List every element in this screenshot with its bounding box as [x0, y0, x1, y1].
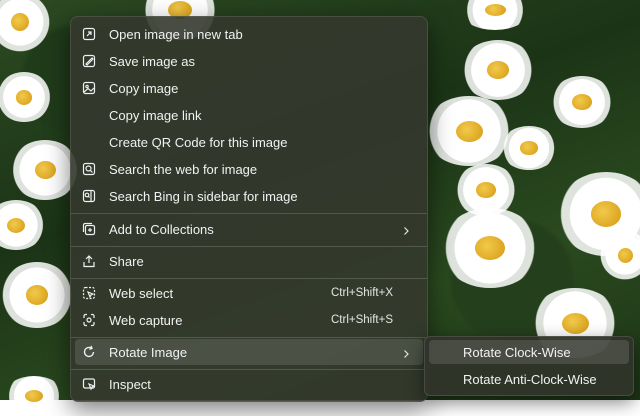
daisy-flower — [0, 200, 46, 250]
menu-item-label: Web select — [109, 285, 174, 301]
daisy-flower — [4, 376, 64, 416]
submenu-item-rotate-anticlockwise[interactable]: Rotate Anti-Clock-Wise — [429, 367, 629, 391]
menu-separator — [71, 369, 427, 370]
menu-item-label: Web capture — [109, 312, 183, 328]
visual-search-icon — [81, 161, 97, 177]
daisy-flower — [424, 96, 514, 166]
rotate-submenu: Rotate Clock-Wise Rotate Anti-Clock-Wise — [424, 336, 634, 396]
menu-item-label: Create QR Code for this image — [109, 134, 288, 150]
copy-image-icon — [81, 80, 97, 96]
menu-item-rotate-image[interactable]: Rotate Image — [75, 339, 423, 365]
menu-separator — [71, 213, 427, 214]
rotate-icon — [81, 344, 97, 360]
menu-item-web-capture[interactable]: Web capture Ctrl+Shift+S — [75, 307, 423, 333]
context-menu: Open image in new tab Save image as Copy… — [70, 16, 428, 402]
menu-item-label: Rotate Image — [109, 344, 188, 360]
daisy-flower — [0, 262, 74, 328]
menu-item-label: Search Bing in sidebar for image — [109, 188, 298, 204]
menu-item-label: Search the web for image — [109, 161, 258, 177]
menu-item-label: Add to Collections — [109, 221, 214, 237]
keyboard-shortcut: Ctrl+Shift+X — [331, 287, 393, 299]
menu-item-label: Open image in new tab — [109, 26, 243, 42]
menu-item-label: Save image as — [109, 53, 195, 69]
daisy-flower — [0, 0, 50, 52]
chevron-right-icon — [401, 347, 411, 358]
menu-item-create-qr-code[interactable]: Create QR Code for this image — [75, 129, 423, 155]
daisy-flower — [440, 208, 540, 288]
open-in-new-tab-icon — [81, 26, 97, 42]
menu-item-copy-image[interactable]: Copy image — [75, 75, 423, 101]
daisy-flower — [600, 230, 640, 280]
menu-item-save-image-as[interactable]: Save image as — [75, 48, 423, 74]
collections-icon — [81, 221, 97, 237]
inspect-icon — [81, 376, 97, 392]
save-image-icon — [81, 53, 97, 69]
web-select-icon — [81, 285, 97, 301]
daisy-flower — [550, 76, 614, 128]
daisy-flower — [460, 40, 536, 100]
share-icon — [81, 253, 97, 269]
menu-item-add-to-collections[interactable]: Add to Collections — [75, 216, 423, 242]
daisy-flower — [500, 126, 558, 170]
submenu-item-label: Rotate Clock-Wise — [463, 345, 571, 360]
daisy-flower — [0, 72, 52, 122]
menu-item-inspect[interactable]: Inspect — [75, 371, 423, 397]
menu-item-copy-image-link[interactable]: Copy image link — [75, 102, 423, 128]
chevron-right-icon — [401, 224, 411, 235]
keyboard-shortcut: Ctrl+Shift+S — [331, 314, 393, 326]
menu-separator — [71, 337, 427, 338]
menu-item-share[interactable]: Share — [75, 248, 423, 274]
menu-item-open-image-new-tab[interactable]: Open image in new tab — [75, 21, 423, 47]
submenu-item-label: Rotate Anti-Clock-Wise — [463, 372, 597, 387]
menu-item-label: Copy image — [109, 80, 179, 96]
menu-item-label: Copy image link — [109, 107, 202, 123]
menu-item-search-web-for-image[interactable]: Search the web for image — [75, 156, 423, 182]
sidebar-search-icon — [81, 188, 97, 204]
menu-item-search-bing-sidebar[interactable]: Search Bing in sidebar for image — [75, 183, 423, 209]
menu-item-web-select[interactable]: Web select Ctrl+Shift+X — [75, 280, 423, 306]
daisy-flower — [460, 0, 530, 30]
menu-separator — [71, 278, 427, 279]
web-capture-icon — [81, 312, 97, 328]
menu-item-label: Inspect — [109, 376, 151, 392]
submenu-item-rotate-clockwise[interactable]: Rotate Clock-Wise — [429, 340, 629, 364]
menu-item-label: Share — [109, 253, 144, 269]
menu-separator — [71, 246, 427, 247]
